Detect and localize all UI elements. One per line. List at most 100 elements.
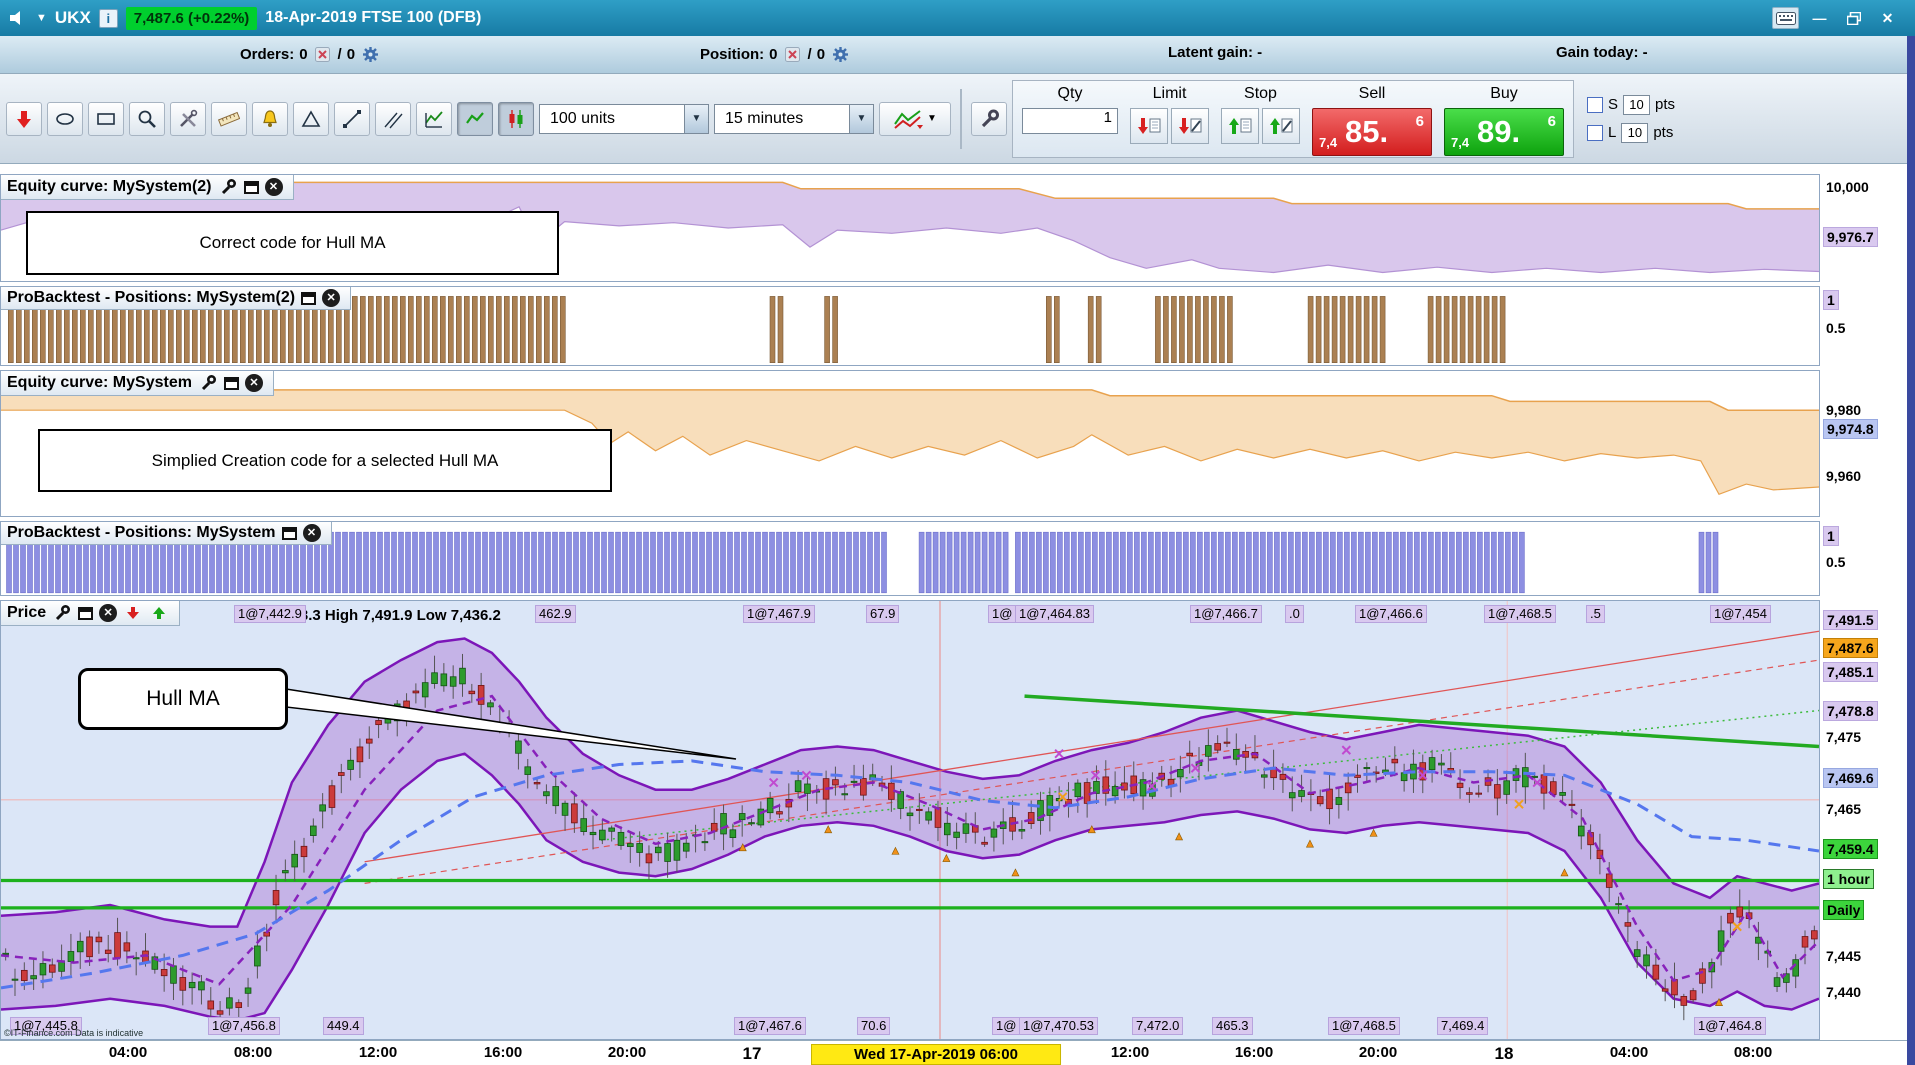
axis-label: 9,960 bbox=[1826, 467, 1862, 484]
sell-arrow-icon[interactable] bbox=[123, 603, 143, 623]
positions2-axis: 1 0.5 bbox=[1820, 521, 1915, 596]
order-label[interactable]: 465.3 bbox=[1212, 1017, 1253, 1035]
order-label[interactable]: 1@ bbox=[992, 1017, 1021, 1035]
sell-order-arrow-icon[interactable] bbox=[6, 101, 42, 136]
limit-sell-order-edit-button[interactable] bbox=[1171, 107, 1209, 144]
wrench-icon[interactable] bbox=[52, 603, 72, 623]
cancel-orders-icon[interactable] bbox=[313, 44, 333, 64]
line-chart-style-button[interactable] bbox=[457, 101, 493, 136]
order-label[interactable]: 1@7,464.8 bbox=[1694, 1017, 1766, 1035]
close-icon[interactable]: ✕ bbox=[99, 604, 118, 622]
price-chart-area[interactable]: Price ✕ Day 7,443.3 High 7,491.9 Low 7,4… bbox=[0, 600, 1820, 1040]
buy-button[interactable]: 7,4 89. 6 bbox=[1444, 107, 1564, 156]
window-icon[interactable] bbox=[223, 376, 239, 390]
qty-input[interactable]: 1 bbox=[1022, 107, 1118, 134]
channel-tool-icon[interactable] bbox=[375, 101, 411, 136]
axis-label: 7,485.1 bbox=[1823, 662, 1878, 683]
axis-label: 1 bbox=[1823, 526, 1839, 546]
close-position-icon[interactable] bbox=[783, 44, 803, 64]
zoom-tool-icon[interactable] bbox=[129, 101, 165, 136]
window-icon[interactable] bbox=[78, 606, 94, 620]
orders-settings-gear-icon[interactable] bbox=[360, 44, 380, 64]
price-axis[interactable]: 7,491.5 7,487.6 7,485.1 7,478.8 7,475 7,469.6… bbox=[1820, 600, 1915, 1040]
buy-arrow-icon[interactable] bbox=[149, 603, 169, 623]
equity1-chart-area[interactable]: Equity curve: MySystem(2) ✕ Correct code… bbox=[0, 174, 1820, 282]
order-label[interactable]: 1@7,468.5 bbox=[1484, 605, 1556, 623]
hull-ma-callout[interactable]: Hull MA bbox=[78, 668, 288, 730]
triangle-tool-icon[interactable] bbox=[293, 101, 329, 136]
axis-label: 1 bbox=[1823, 290, 1839, 311]
s-points-input[interactable]: 10 bbox=[1623, 94, 1651, 115]
order-label[interactable]: 1@7,468.5 bbox=[1328, 1017, 1400, 1035]
speaker-icon[interactable] bbox=[8, 8, 28, 28]
limit-checkbox[interactable] bbox=[1587, 124, 1603, 141]
stop-buy-order-edit-button[interactable] bbox=[1262, 107, 1300, 144]
order-label[interactable]: 1@7,470.53 bbox=[1019, 1017, 1099, 1035]
drawing-tools-icon[interactable] bbox=[170, 101, 206, 136]
info-icon[interactable]: i bbox=[98, 8, 118, 28]
order-label[interactable]: 67.9 bbox=[866, 605, 900, 623]
window-icon[interactable] bbox=[281, 526, 297, 540]
equity2-chart-area[interactable]: Equity curve: MySystem ✕ Simplied Creati… bbox=[0, 370, 1820, 517]
title-bar: ▼ UKX i 7,487.6 (+0.22%) 18-Apr-2019 FTS… bbox=[0, 0, 1915, 36]
close-icon[interactable]: ✕ bbox=[322, 289, 341, 307]
rectangle-tool-icon[interactable] bbox=[88, 101, 124, 136]
ruler-tool-icon[interactable] bbox=[211, 101, 247, 136]
positions1-chart-area[interactable]: ProBacktest - Positions: MySystem(2) ✕ bbox=[0, 286, 1820, 366]
annotation-box[interactable]: Correct code for Hull MA bbox=[26, 211, 559, 275]
order-label[interactable]: 7,469.4 bbox=[1437, 1017, 1489, 1035]
price-panel: Price ✕ Day 7,443.3 High 7,491.9 Low 7,4… bbox=[0, 600, 1915, 1040]
order-label[interactable]: 1@7,464.83 bbox=[1015, 605, 1095, 623]
price-header: Price ✕ bbox=[1, 601, 181, 626]
order-label[interactable]: 1@7,466.6 bbox=[1355, 605, 1427, 623]
close-icon[interactable]: ✕ bbox=[244, 374, 263, 392]
order-label[interactable]: 70.6 bbox=[857, 1017, 891, 1035]
minimize-button[interactable]: — bbox=[1806, 7, 1833, 29]
close-icon[interactable]: ✕ bbox=[302, 524, 321, 542]
order-label[interactable]: 462.9 bbox=[535, 605, 576, 623]
order-label[interactable]: 1@7,467.9 bbox=[743, 605, 815, 623]
order-label[interactable]: 1@7,467.6 bbox=[734, 1017, 806, 1035]
order-label[interactable]: .5 bbox=[1586, 605, 1605, 623]
stop-buy-order-button[interactable] bbox=[1221, 107, 1259, 144]
window-icon[interactable] bbox=[243, 180, 259, 194]
close-button[interactable]: ✕ bbox=[1874, 7, 1901, 29]
position-settings-gear-icon[interactable] bbox=[830, 44, 850, 64]
order-label[interactable]: 7,472.0 bbox=[1132, 1017, 1184, 1035]
candlestick-style-button[interactable] bbox=[498, 101, 534, 136]
window-icon[interactable] bbox=[301, 291, 317, 305]
chart-style-picker-button[interactable]: ▼ bbox=[879, 101, 951, 136]
positions2-chart-area[interactable]: ProBacktest - Positions: MySystem ✕ bbox=[0, 521, 1820, 596]
wrench-icon[interactable] bbox=[218, 177, 238, 197]
wrench-icon[interactable] bbox=[198, 373, 218, 393]
sell-button[interactable]: 7,4 85. 6 bbox=[1312, 107, 1432, 156]
order-label[interactable]: 1@7,466.7 bbox=[1190, 605, 1262, 623]
restore-button[interactable] bbox=[1840, 7, 1867, 29]
order-label[interactable]: 449.4 bbox=[323, 1017, 364, 1035]
indicator-chart-icon[interactable] bbox=[416, 101, 452, 136]
order-settings-wrench-icon[interactable] bbox=[971, 101, 1007, 136]
ellipse-tool-icon[interactable] bbox=[47, 101, 83, 136]
workspace: Equity curve: MySystem(2) ✕ Correct code… bbox=[0, 164, 1915, 1040]
l-points-input[interactable]: 10 bbox=[1621, 122, 1649, 143]
position-count2: 0 bbox=[816, 45, 826, 63]
trendline-tool-icon[interactable] bbox=[334, 101, 370, 136]
stop-checkbox[interactable] bbox=[1587, 96, 1603, 113]
timeframe-select[interactable]: 15 minutes ▼ bbox=[714, 103, 874, 134]
axis-label: 1 hour bbox=[1823, 869, 1874, 890]
order-label[interactable]: 1@7,442.9 bbox=[234, 605, 306, 623]
candlestick-chart[interactable] bbox=[1, 601, 1819, 1039]
limit-sell-order-button[interactable] bbox=[1130, 107, 1168, 144]
units-select[interactable]: 100 units ▼ bbox=[539, 103, 709, 134]
symbol-dropdown-caret[interactable]: ▼ bbox=[36, 12, 47, 24]
order-label[interactable]: .0 bbox=[1285, 605, 1304, 623]
order-label[interactable]: 1@7,456.8 bbox=[208, 1017, 280, 1035]
order-label[interactable]: 1@7,454 bbox=[1710, 605, 1771, 623]
close-icon[interactable]: ✕ bbox=[264, 178, 283, 196]
alert-bell-icon[interactable] bbox=[252, 101, 288, 136]
position-count: 0 bbox=[769, 45, 778, 63]
price-badge: 7,487.6 (+0.22%) bbox=[125, 6, 258, 30]
annotation-box[interactable]: Simplied Creation code for a selected Hu… bbox=[38, 429, 612, 492]
order-label[interactable]: 1@ bbox=[988, 605, 1017, 623]
keyboard-icon[interactable] bbox=[1772, 7, 1799, 29]
